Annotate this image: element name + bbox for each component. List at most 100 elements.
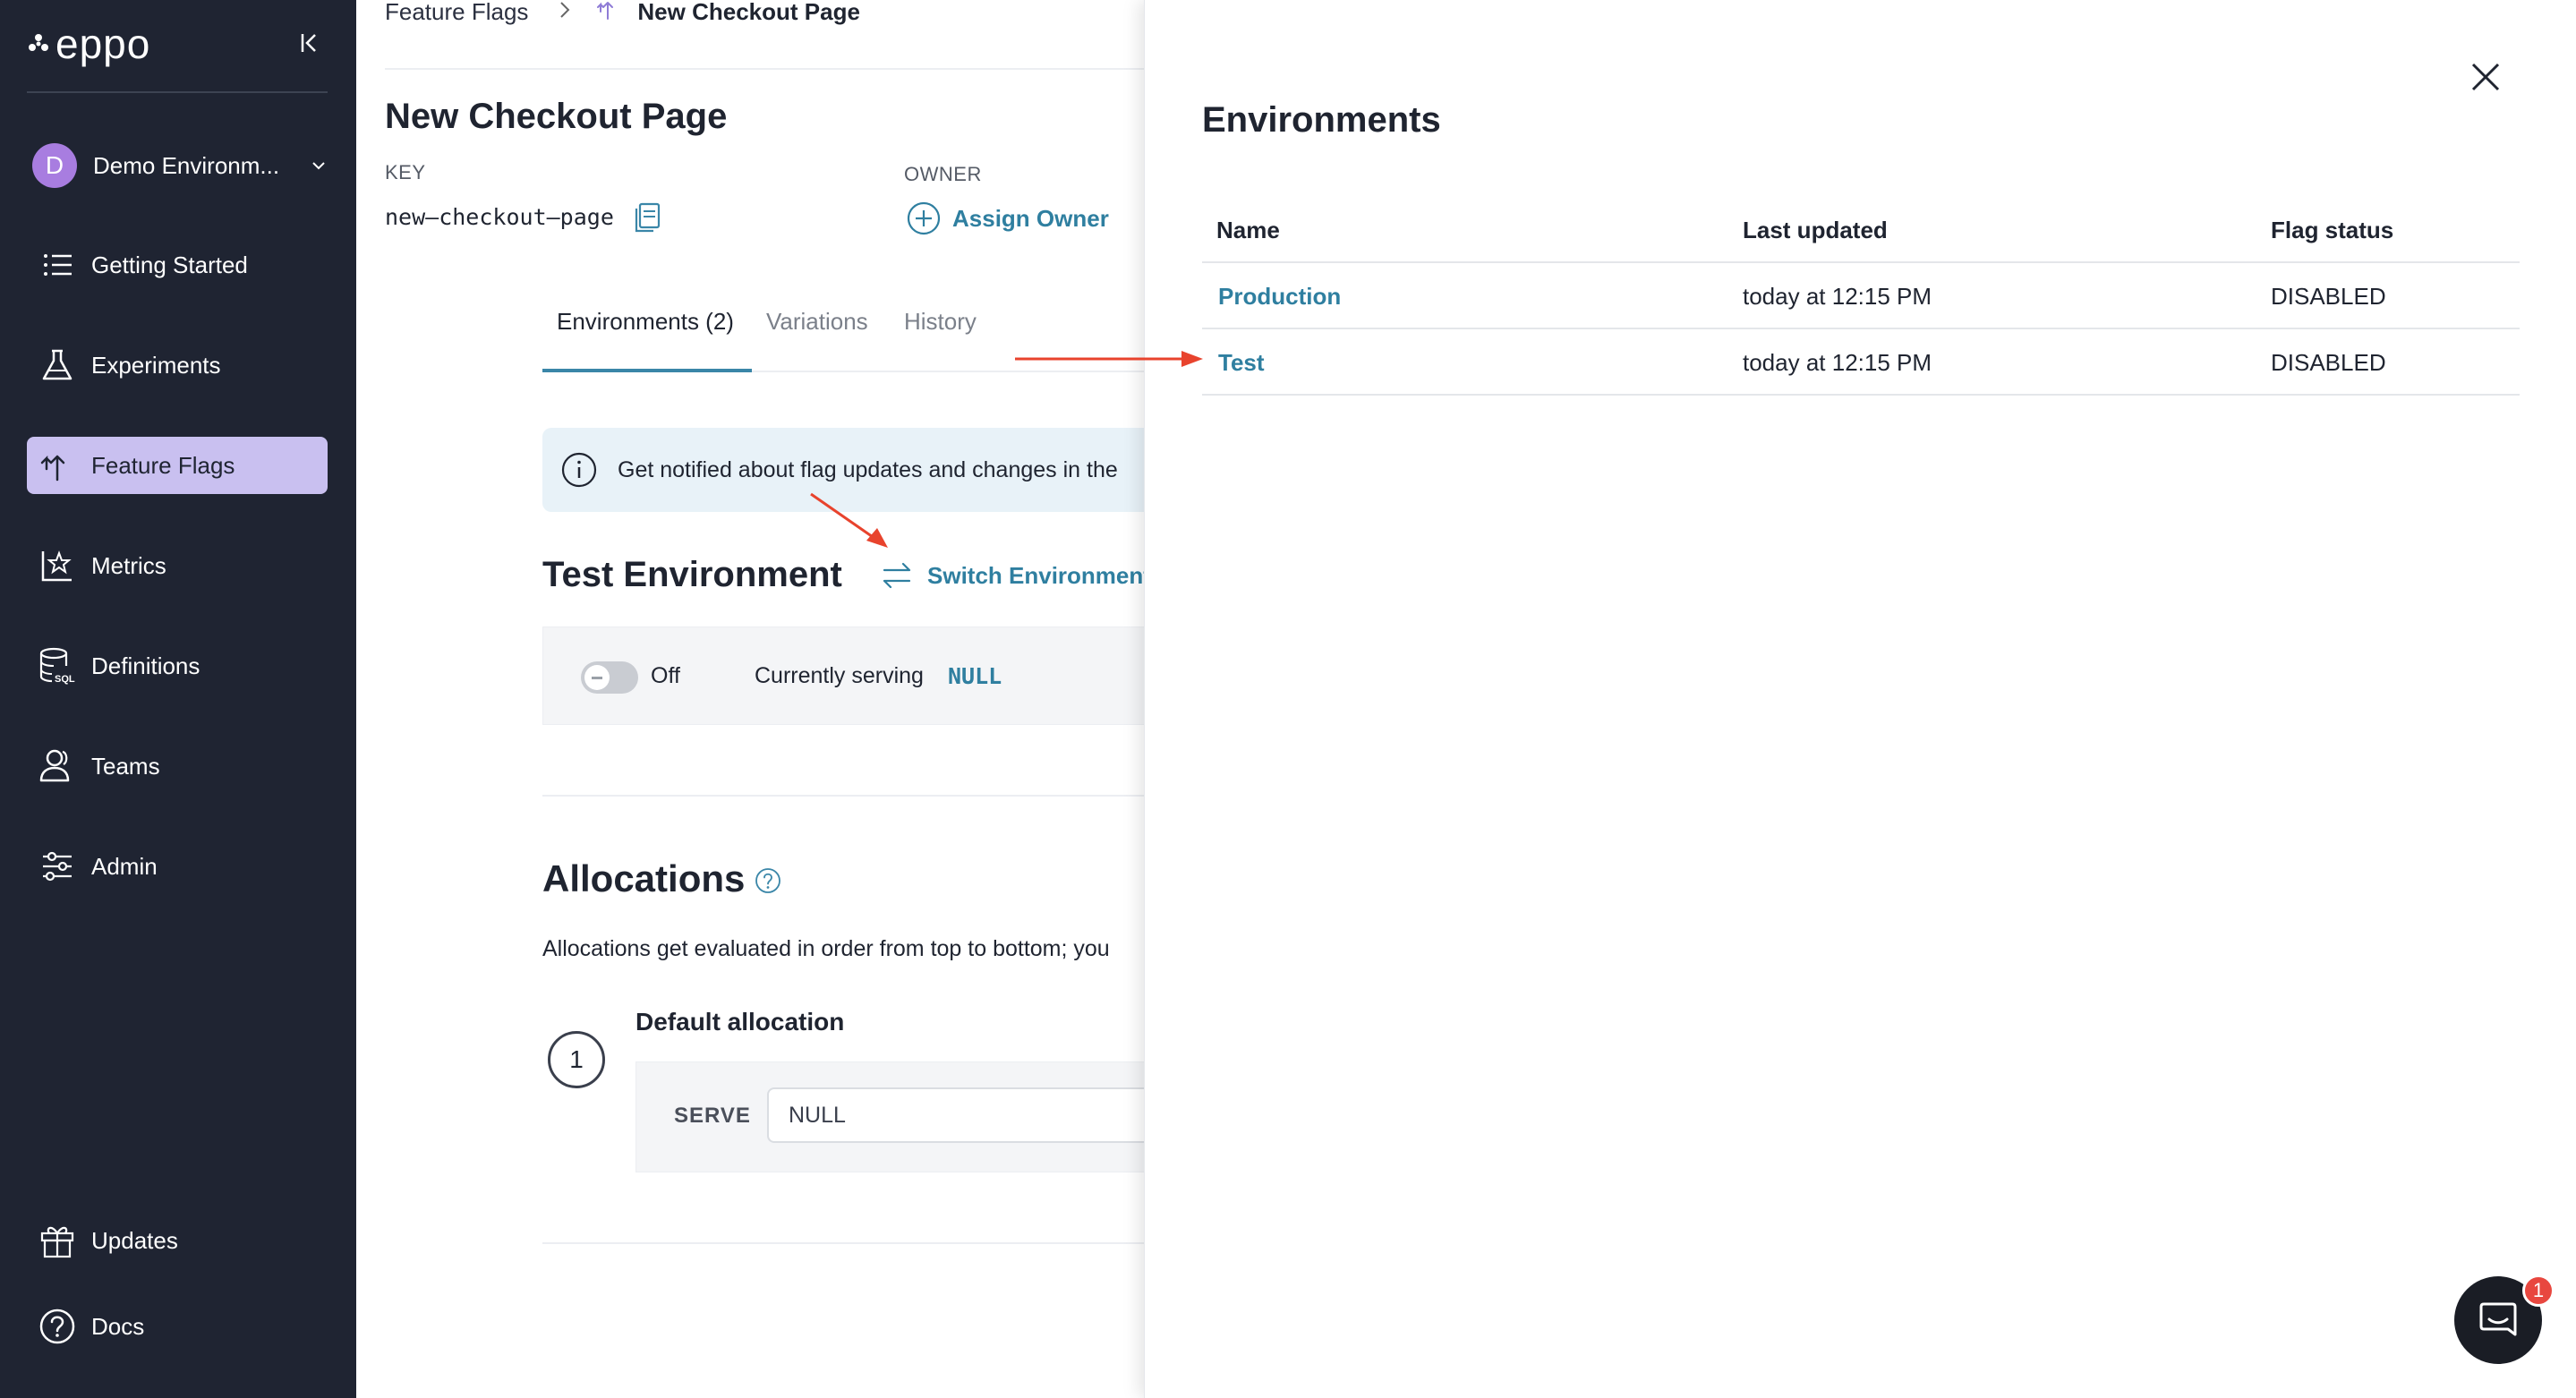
help-circle-icon [36,1305,79,1348]
sidebar-item-label: Experiments [91,351,221,379]
section-divider-bottom [542,1242,1144,1244]
owner-label: OWNER [904,163,982,185]
assign-owner-button[interactable]: Assign Owner [906,200,1109,236]
serve-variation-select[interactable]: NULL [767,1087,1144,1143]
svg-text:SQL: SQL [55,674,75,685]
list-icon [36,243,79,286]
header-divider [385,68,1144,70]
flag-status-cell: DISABLED [2271,283,2386,310]
environments-drawer: Environments Name Last updated Flag stat… [1144,0,2576,1398]
flask-icon [36,344,79,387]
info-icon [561,452,597,488]
allocations-description: Allocations get evaluated in order from … [542,936,1110,961]
logo-text: eppo [55,21,151,67]
table-header: Name Last updated Flag status [1202,199,2520,263]
sidebar-item-feature-flags[interactable]: Feature Flags [27,437,328,494]
users-icon [36,745,79,788]
key-label: KEY [385,161,426,183]
drawer-title: Environments [1202,100,1441,140]
swap-arrows-icon [883,562,911,589]
eppo-logo-mark-icon [29,34,48,51]
allocations-title: Allocations [542,857,746,899]
sidebar-item-teams[interactable]: Teams [27,737,328,795]
copy-key-button[interactable] [632,200,662,239]
breadcrumb-separator-icon [559,0,571,26]
allocation-serve-box: SERVE NULL [635,1061,1144,1172]
banner-text: Get notified about flag updates and chan… [618,456,1118,482]
chat-unread-badge: 1 [2522,1274,2555,1307]
column-flag-status: Flag status [2271,217,2394,243]
serve-label: SERVE [674,1104,751,1128]
sidebar-item-admin[interactable]: Admin [27,838,328,895]
sidebar-item-label: Metrics [91,551,166,579]
sidebar-item-label: Updates [91,1226,178,1254]
flag-branch-icon [36,444,79,487]
environment-heading: Test Environment [542,555,842,594]
sidebar-item-label: Getting Started [91,251,248,278]
close-icon [2471,63,2500,91]
sidebar-item-experiments[interactable]: Experiments [27,337,328,394]
toggle-state-label: Off [651,663,680,688]
sidebar-item-definitions[interactable]: SQL Definitions [27,637,328,695]
close-drawer-button[interactable] [2468,59,2503,95]
switch-environment-label: Switch Environment [927,561,1144,589]
collapse-left-icon [301,34,316,52]
flag-detail-main: Feature Flags New Checkout Page New Chec… [356,0,1144,1398]
flag-tabs: Environments (2) Variations History [542,304,1144,372]
breadcrumb-current: New Checkout Page [637,0,860,25]
allocation-name: Default allocation [635,1008,845,1036]
environment-avatar: D [32,143,77,188]
flag-key: new–checkout–page [385,204,614,230]
flag-branch-icon [596,0,619,27]
copy-icon [635,202,661,233]
allocation-number: 1 [548,1031,605,1088]
sidebar-item-label: Teams [91,752,160,780]
eppo-logo[interactable]: eppo [27,23,150,64]
chevron-down-icon [312,162,325,170]
sidebar-divider [27,91,328,93]
environment-status-box: Off Currently serving NULL [542,627,1144,725]
allocations-help-button[interactable] [754,866,782,899]
column-name: Name [1216,217,1280,243]
assign-owner-label: Assign Owner [952,204,1109,232]
last-updated-cell: today at 12:15 PM [1743,283,1932,310]
tab-environments[interactable]: Environments (2) [542,304,752,372]
flag-status-cell: DISABLED [2271,349,2386,376]
sidebar-item-label: Admin [91,852,158,880]
section-divider [542,795,1144,797]
currently-serving-label: Currently serving [755,663,924,688]
toggle-knob [584,665,610,690]
sliders-icon [36,845,79,888]
plus-circle-icon [907,201,941,235]
environment-selector[interactable]: D Demo Environm... [32,141,328,190]
collapse-sidebar-button[interactable] [295,29,324,57]
breadcrumb: Feature Flags New Checkout Page [385,0,860,26]
sidebar-item-getting-started[interactable]: Getting Started [27,236,328,294]
sidebar-item-metrics[interactable]: Metrics [27,537,328,594]
environment-link-production[interactable]: Production [1218,283,1341,311]
sidebar: eppo D Demo Environm... Getting Started [0,0,356,1398]
tab-variations[interactable]: Variations [766,304,868,372]
chat-icon [2479,1302,2517,1336]
sidebar-item-label: Docs [91,1312,145,1340]
environments-table: Name Last updated Flag status Production… [1202,199,2520,396]
database-sql-icon: SQL [36,644,79,687]
sidebar-item-label: Feature Flags [91,451,235,479]
last-updated-cell: today at 12:15 PM [1743,349,1932,376]
breadcrumb-feature-flags[interactable]: Feature Flags [385,0,528,26]
switch-environment-button[interactable]: Switch Environment [879,560,1144,591]
table-row: Test today at 12:15 PM DISABLED [1202,329,2520,396]
environment-link-test[interactable]: Test [1218,349,1265,377]
flag-toggle[interactable] [581,661,638,694]
tab-history[interactable]: History [904,304,977,372]
sidebar-item-updates[interactable]: Updates [27,1212,328,1269]
currently-serving-value: NULL [948,663,1002,689]
page-title: New Checkout Page [385,97,728,136]
column-last-updated: Last updated [1743,217,1888,243]
sidebar-item-docs[interactable]: Docs [27,1298,328,1355]
sidebar-item-label: Definitions [91,652,200,679]
table-row: Production today at 12:15 PM DISABLED [1202,263,2520,329]
environment-name: Demo Environm... [93,151,280,179]
notification-banner: Get notified about flag updates and chan… [542,428,1144,512]
help-circle-icon [755,868,780,893]
